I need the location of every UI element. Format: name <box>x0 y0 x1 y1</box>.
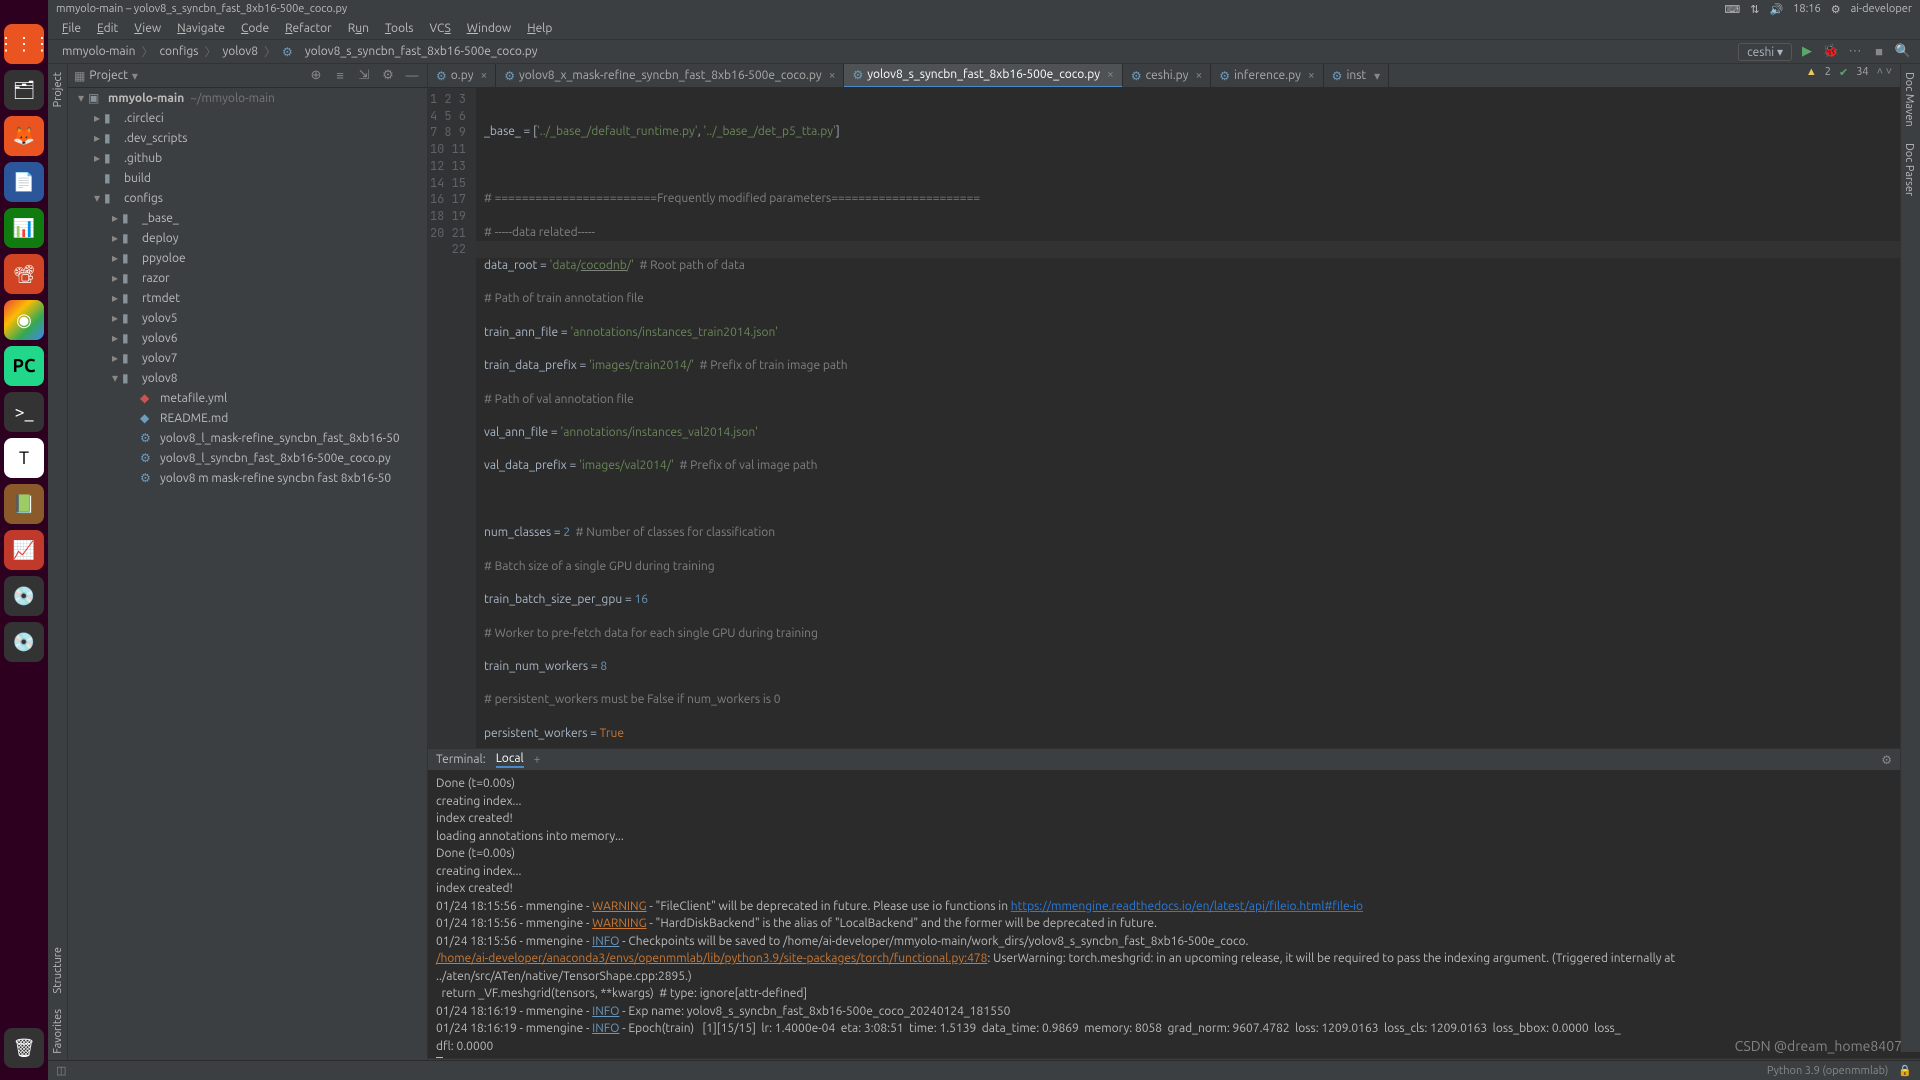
launcher-disk-1[interactable]: 💿 <box>4 576 44 616</box>
launcher-firefox[interactable]: 🦊 <box>4 116 44 156</box>
left-tool-strip: Project Structure Favorites ★ <box>48 64 68 1080</box>
terminal-tab-local[interactable]: Local <box>496 752 524 768</box>
launcher-show-apps[interactable]: ⋮⋮⋮ <box>4 24 44 64</box>
statusbar-interpreter[interactable]: Python 3.9 (openmmlab) <box>1767 1065 1888 1077</box>
debug-button[interactable]: 🐞 <box>1822 43 1840 61</box>
collapse-icon[interactable]: ⇲ <box>355 67 373 85</box>
tab-2-active[interactable]: ⚙yolov8_s_syncbn_fast_8xb16-500e_coco.py… <box>844 64 1122 88</box>
editor-tabs: ⚙o.py× ⚙yolov8_x_mask-refine_syncbn_fast… <box>428 64 1920 88</box>
menu-code[interactable]: Code <box>235 20 275 37</box>
menu-vcs[interactable]: VCS <box>423 20 456 37</box>
code-editor[interactable]: _base_ = ['../_base_/default_runtime.py'… <box>476 88 1920 748</box>
window-title: mmyolo-main – yolov8_s_syncbn_fast_8xb16… <box>56 3 347 15</box>
search-everywhere-button[interactable]: 🔍 <box>1894 43 1912 61</box>
hide-icon[interactable]: — <box>403 67 421 85</box>
tray-user[interactable]: ai-developer <box>1851 3 1912 15</box>
tray-keyboard-icon[interactable]: ⌨ <box>1724 3 1740 16</box>
tray-volume-icon[interactable]: 🔊 <box>1769 3 1783 16</box>
window-titlebar: mmyolo-main – yolov8_s_syncbn_fast_8xb16… <box>48 0 1920 18</box>
terminal-title: Terminal: <box>436 753 486 766</box>
breadcrumb-root[interactable]: mmyolo-main <box>56 45 141 58</box>
tray-settings-icon[interactable]: ⚙ <box>1831 3 1841 16</box>
launcher-files[interactable]: 🗂 <box>4 70 44 110</box>
sidebar-tab-favorites[interactable]: Favorites <box>50 1001 66 1062</box>
launcher-chrome[interactable]: ◉ <box>4 300 44 340</box>
menu-window[interactable]: Window <box>461 20 517 37</box>
tab-0[interactable]: ⚙o.py× <box>428 64 496 88</box>
editor-gutter: 1 2 3 4 5 6 7 8 9 10 11 12 13 14 15 16 1… <box>428 88 476 748</box>
run-more-button[interactable]: ⋯ <box>1846 43 1864 61</box>
launcher-trash[interactable]: 🗑 <box>4 1028 44 1068</box>
project-tree[interactable]: ▾▣mmyolo-main~/mmyolo-main ▸▮.circleci ▸… <box>68 88 427 1080</box>
terminal-add-tab[interactable]: + <box>534 753 541 766</box>
statusbar: ◫ Python 3.9 (openmmlab) 🔒 <box>48 1060 1920 1080</box>
menu-file[interactable]: File <box>56 20 87 37</box>
launcher-pycharm[interactable]: PC <box>4 346 44 386</box>
menu-tools[interactable]: Tools <box>379 20 420 37</box>
menu-navigate[interactable]: Navigate <box>171 20 231 37</box>
statusbar-toggle-icon[interactable]: ◫ <box>56 1064 66 1077</box>
run-config-selector[interactable]: ceshi ▾ <box>1738 43 1792 61</box>
ubuntu-launcher: ⋮⋮⋮ 🗂 🦊 📄 📊 📽 ◉ PC >_ T 📗 📈 💿 💿 🗑 <box>0 0 48 1080</box>
launcher-disk-2[interactable]: 💿 <box>4 622 44 662</box>
expand-icon[interactable]: ≡ <box>331 67 349 85</box>
menubar: File Edit View Navigate Code Refactor Ru… <box>48 18 1920 40</box>
tab-4[interactable]: ⚙inference.py× <box>1211 64 1323 88</box>
menu-refactor[interactable]: Refactor <box>279 20 338 37</box>
menu-edit[interactable]: Edit <box>91 20 124 37</box>
tab-5[interactable]: ⚙inst▾ <box>1324 64 1390 88</box>
tab-1[interactable]: ⚙yolov8_x_mask-refine_syncbn_fast_8xb16-… <box>496 64 844 88</box>
project-panel-title: Project <box>89 69 128 82</box>
watermark: CSDN @dream_home8407 <box>1735 1038 1902 1054</box>
sidebar-tab-project[interactable]: Project <box>50 64 66 115</box>
breadcrumb-1[interactable]: configs <box>153 45 204 58</box>
menu-help[interactable]: Help <box>521 20 558 37</box>
statusbar-lock-icon[interactable]: 🔒 <box>1898 1064 1912 1077</box>
launcher-impress[interactable]: 📽 <box>4 254 44 294</box>
menu-run[interactable]: Run <box>342 20 375 37</box>
menu-view[interactable]: View <box>128 20 167 37</box>
launcher-app-2[interactable]: 📈 <box>4 530 44 570</box>
tray-network-icon[interactable]: ⇅ <box>1750 3 1759 16</box>
breadcrumb-2[interactable]: yolov8 <box>216 45 264 58</box>
project-panel-header: ▦ Project ▾ ⊕ ≡ ⇲ ⚙ — <box>68 64 427 88</box>
editor-area: ⚙o.py× ⚙yolov8_x_mask-refine_syncbn_fast… <box>428 64 1920 1080</box>
editor-inspection-status[interactable]: ▲2 ✔34 ˄ ˅ <box>1806 66 1892 79</box>
terminal-output[interactable]: Done (t=0.00s) creating index... index c… <box>428 771 1920 1058</box>
stop-button[interactable]: ■ <box>1870 43 1888 61</box>
run-button[interactable]: ▶ <box>1798 43 1816 61</box>
main-area: Project Structure Favorites ★ ▦ Project … <box>48 64 1920 1080</box>
breadcrumb-3[interactable]: yolov8_s_syncbn_fast_8xb16-500e_coco.py <box>299 45 544 58</box>
navbar: mmyolo-main〉 configs〉 yolov8〉 ⚙ yolov8_s… <box>48 40 1920 64</box>
terminal-panel: Terminal: Local + ⚙ — Done (t=0.00s) cre… <box>428 748 1920 1058</box>
launcher-app-1[interactable]: 📗 <box>4 484 44 524</box>
launcher-text[interactable]: T <box>4 438 44 478</box>
project-panel: ▦ Project ▾ ⊕ ≡ ⇲ ⚙ — ▾▣mmyolo-main~/mmy… <box>68 64 428 1080</box>
launcher-calc[interactable]: 📊 <box>4 208 44 248</box>
terminal-settings-icon[interactable]: ⚙ <box>1881 753 1892 767</box>
settings-icon[interactable]: ⚙ <box>379 67 397 85</box>
tray-clock[interactable]: 18:16 <box>1793 3 1821 15</box>
tab-3[interactable]: ⚙ceshi.py× <box>1123 64 1211 88</box>
launcher-writer[interactable]: 📄 <box>4 162 44 202</box>
sidebar-tab-structure[interactable]: Structure <box>50 939 66 1002</box>
launcher-terminal[interactable]: >_ <box>4 392 44 432</box>
locate-icon[interactable]: ⊕ <box>307 67 325 85</box>
